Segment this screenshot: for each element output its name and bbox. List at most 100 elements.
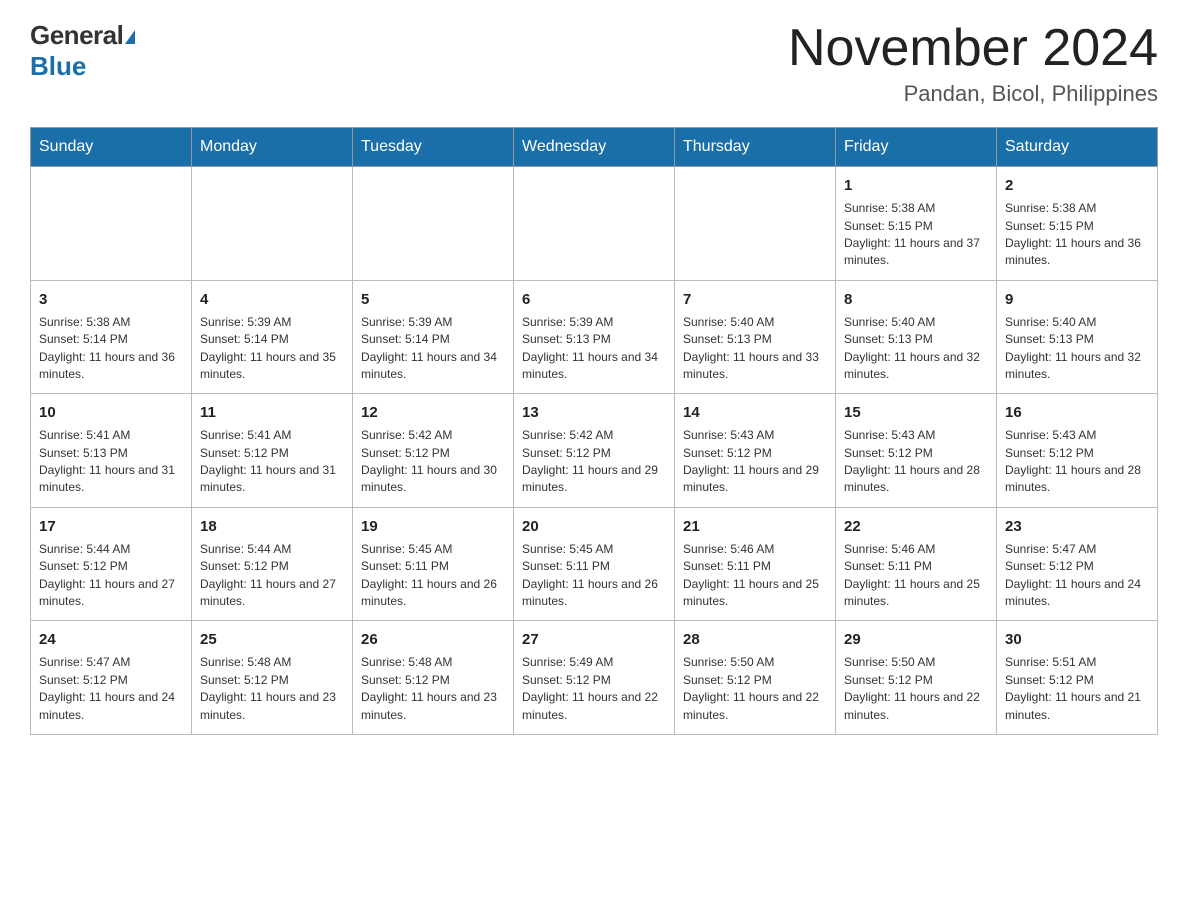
day-number: 21 [683, 516, 827, 537]
calendar-day-cell: 1Sunrise: 5:38 AM Sunset: 5:15 PM Daylig… [836, 167, 997, 281]
day-info: Sunrise: 5:39 AM Sunset: 5:13 PM Dayligh… [522, 314, 666, 384]
calendar-day-cell: 30 Sunrise: 5:51 AM Sunset: 5:12 PM Dayli… [997, 621, 1158, 735]
calendar-day-cell: 6 Sunrise: 5:39 AM Sunset: 5:13 PM Daylig… [514, 280, 675, 394]
calendar-week-row: 3 Sunrise: 5:38 AM Sunset: 5:14 PM Daylig… [31, 280, 1158, 394]
calendar-day-cell: 9 Sunrise: 5:40 AM Sunset: 5:13 PM Daylig… [997, 280, 1158, 394]
day-number: 17 [39, 516, 183, 537]
calendar-day-cell: 29Sunrise: 5:50 AM Sunset: 5:12 PM Dayli… [836, 621, 997, 735]
calendar-day-cell: 20 Sunrise: 5:45 AM Sunset: 5:11 PM Dayli… [514, 507, 675, 621]
day-info: Sunrise: 5:51 AM Sunset: 5:12 PM Dayligh… [1005, 654, 1149, 724]
day-info: Sunrise: 5:38 AM Sunset: 5:15 PM Dayligh… [1005, 200, 1149, 270]
day-info: Sunrise: 5:44 AM Sunset: 5:12 PM Dayligh… [200, 541, 344, 611]
calendar-day-cell: 21 Sunrise: 5:46 AM Sunset: 5:11 PM Dayli… [675, 507, 836, 621]
calendar-week-row: 24 Sunrise: 5:47 AM Sunset: 5:12 PM Dayli… [31, 621, 1158, 735]
day-number: 20 [522, 516, 666, 537]
calendar-day-cell: 13Sunrise: 5:42 AM Sunset: 5:12 PM Dayli… [514, 394, 675, 508]
day-info: Sunrise: 5:42 AM Sunset: 5:12 PM Dayligh… [361, 427, 505, 497]
day-info: Sunrise: 5:44 AM Sunset: 5:12 PM Dayligh… [39, 541, 183, 611]
day-info: Sunrise: 5:39 AM Sunset: 5:14 PM Dayligh… [361, 314, 505, 384]
calendar-day-cell: 5 Sunrise: 5:39 AM Sunset: 5:14 PM Daylig… [353, 280, 514, 394]
calendar-day-cell: 8 Sunrise: 5:40 AM Sunset: 5:13 PM Daylig… [836, 280, 997, 394]
location-subtitle: Pandan, Bicol, Philippines [788, 81, 1158, 107]
day-number: 26 [361, 629, 505, 650]
day-info: Sunrise: 5:50 AM Sunset: 5:12 PM Dayligh… [844, 654, 988, 724]
calendar-day-cell: 14 Sunrise: 5:43 AM Sunset: 5:12 PM Dayli… [675, 394, 836, 508]
calendar-day-cell: 22Sunrise: 5:46 AM Sunset: 5:11 PM Dayli… [836, 507, 997, 621]
day-info: Sunrise: 5:49 AM Sunset: 5:12 PM Dayligh… [522, 654, 666, 724]
day-info: Sunrise: 5:50 AM Sunset: 5:12 PM Dayligh… [683, 654, 827, 724]
day-number: 13 [522, 402, 666, 423]
logo-blue: Blue [30, 51, 86, 81]
day-number: 27 [522, 629, 666, 650]
day-number: 14 [683, 402, 827, 423]
day-of-week-header: Saturday [997, 128, 1158, 167]
day-info: Sunrise: 5:38 AM Sunset: 5:14 PM Dayligh… [39, 314, 183, 384]
day-number: 8 [844, 289, 988, 310]
day-info: Sunrise: 5:48 AM Sunset: 5:12 PM Dayligh… [200, 654, 344, 724]
day-of-week-header: Sunday [31, 128, 192, 167]
day-number: 18 [200, 516, 344, 537]
logo-blue-text: Blue [30, 51, 86, 82]
logo-general: General [30, 20, 135, 50]
page-header: General Blue November 2024 Pandan, Bicol… [30, 20, 1158, 107]
day-info: Sunrise: 5:43 AM Sunset: 5:12 PM Dayligh… [683, 427, 827, 497]
calendar-day-cell: 12 Sunrise: 5:42 AM Sunset: 5:12 PM Dayli… [353, 394, 514, 508]
day-number: 7 [683, 289, 827, 310]
day-info: Sunrise: 5:38 AM Sunset: 5:15 PM Dayligh… [844, 200, 988, 270]
day-number: 23 [1005, 516, 1149, 537]
day-info: Sunrise: 5:40 AM Sunset: 5:13 PM Dayligh… [844, 314, 988, 384]
calendar-day-cell: 7 Sunrise: 5:40 AM Sunset: 5:13 PM Daylig… [675, 280, 836, 394]
day-number: 9 [1005, 289, 1149, 310]
calendar-day-cell: 11Sunrise: 5:41 AM Sunset: 5:12 PM Dayli… [192, 394, 353, 508]
calendar-week-row: 17 Sunrise: 5:44 AM Sunset: 5:12 PM Dayli… [31, 507, 1158, 621]
calendar-day-cell: 25 Sunrise: 5:48 AM Sunset: 5:12 PM Dayli… [192, 621, 353, 735]
day-info: Sunrise: 5:45 AM Sunset: 5:11 PM Dayligh… [522, 541, 666, 611]
day-of-week-header: Tuesday [353, 128, 514, 167]
day-info: Sunrise: 5:46 AM Sunset: 5:11 PM Dayligh… [844, 541, 988, 611]
day-number: 10 [39, 402, 183, 423]
day-number: 16 [1005, 402, 1149, 423]
calendar-day-cell [675, 167, 836, 281]
calendar-day-cell: 27 Sunrise: 5:49 AM Sunset: 5:12 PM Dayli… [514, 621, 675, 735]
calendar-day-cell: 2Sunrise: 5:38 AM Sunset: 5:15 PM Daylig… [997, 167, 1158, 281]
calendar-day-cell [192, 167, 353, 281]
calendar-table: SundayMondayTuesdayWednesdayThursdayFrid… [30, 127, 1158, 735]
day-info: Sunrise: 5:47 AM Sunset: 5:12 PM Dayligh… [39, 654, 183, 724]
day-info: Sunrise: 5:43 AM Sunset: 5:12 PM Dayligh… [1005, 427, 1149, 497]
calendar-day-cell [514, 167, 675, 281]
day-number: 15 [844, 402, 988, 423]
day-number: 3 [39, 289, 183, 310]
calendar-day-cell: 23 Sunrise: 5:47 AM Sunset: 5:12 PM Dayli… [997, 507, 1158, 621]
day-of-week-header: Monday [192, 128, 353, 167]
calendar-day-cell [353, 167, 514, 281]
day-number: 12 [361, 402, 505, 423]
day-info: Sunrise: 5:41 AM Sunset: 5:13 PM Dayligh… [39, 427, 183, 497]
day-of-week-header: Friday [836, 128, 997, 167]
calendar-week-row: 1Sunrise: 5:38 AM Sunset: 5:15 PM Daylig… [31, 167, 1158, 281]
day-info: Sunrise: 5:45 AM Sunset: 5:11 PM Dayligh… [361, 541, 505, 611]
calendar-day-cell: 18 Sunrise: 5:44 AM Sunset: 5:12 PM Dayli… [192, 507, 353, 621]
day-number: 25 [200, 629, 344, 650]
calendar-day-cell: 4Sunrise: 5:39 AM Sunset: 5:14 PM Daylig… [192, 280, 353, 394]
calendar-day-cell: 24 Sunrise: 5:47 AM Sunset: 5:12 PM Dayli… [31, 621, 192, 735]
day-of-week-header: Wednesday [514, 128, 675, 167]
day-number: 24 [39, 629, 183, 650]
day-info: Sunrise: 5:41 AM Sunset: 5:12 PM Dayligh… [200, 427, 344, 497]
day-info: Sunrise: 5:40 AM Sunset: 5:13 PM Dayligh… [1005, 314, 1149, 384]
calendar-day-cell: 26 Sunrise: 5:48 AM Sunset: 5:12 PM Dayli… [353, 621, 514, 735]
month-year-title: November 2024 [788, 20, 1158, 77]
day-info: Sunrise: 5:48 AM Sunset: 5:12 PM Dayligh… [361, 654, 505, 724]
day-info: Sunrise: 5:46 AM Sunset: 5:11 PM Dayligh… [683, 541, 827, 611]
day-info: Sunrise: 5:47 AM Sunset: 5:12 PM Dayligh… [1005, 541, 1149, 611]
day-info: Sunrise: 5:40 AM Sunset: 5:13 PM Dayligh… [683, 314, 827, 384]
logo-triangle-icon [125, 30, 135, 44]
calendar-header-row: SundayMondayTuesdayWednesdayThursdayFrid… [31, 128, 1158, 167]
calendar-day-cell: 19Sunrise: 5:45 AM Sunset: 5:11 PM Dayli… [353, 507, 514, 621]
calendar-day-cell [31, 167, 192, 281]
day-number: 30 [1005, 629, 1149, 650]
day-number: 5 [361, 289, 505, 310]
calendar-day-cell: 3 Sunrise: 5:38 AM Sunset: 5:14 PM Daylig… [31, 280, 192, 394]
day-number: 6 [522, 289, 666, 310]
calendar-week-row: 10 Sunrise: 5:41 AM Sunset: 5:13 PM Dayli… [31, 394, 1158, 508]
calendar-day-cell: 10 Sunrise: 5:41 AM Sunset: 5:13 PM Dayli… [31, 394, 192, 508]
